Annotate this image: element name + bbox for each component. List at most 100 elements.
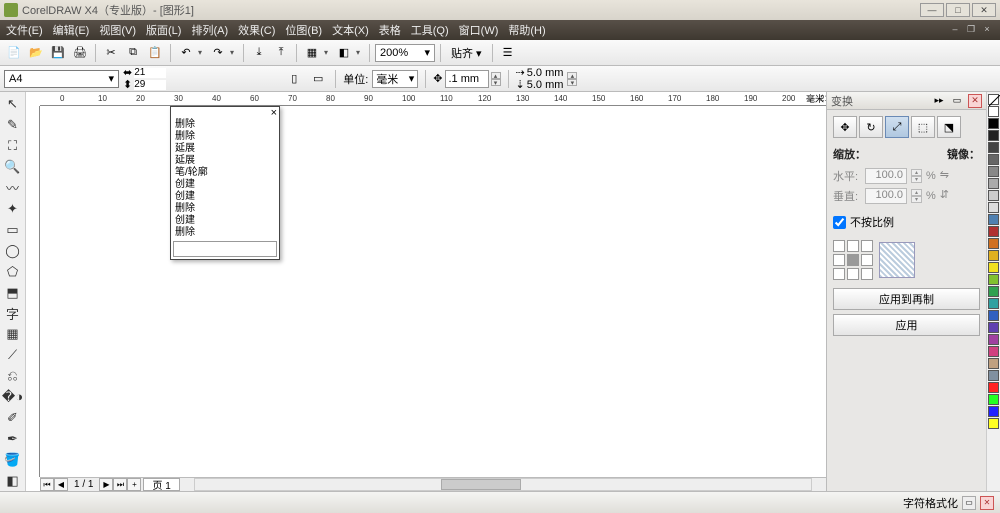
color-swatch[interactable] [988, 358, 999, 369]
anchor-grid[interactable] [833, 240, 873, 280]
color-swatch[interactable] [988, 214, 999, 225]
rectangle-tool-icon[interactable]: ▭ [3, 220, 23, 240]
maximize-button[interactable]: □ [946, 3, 970, 17]
nudge-spinner[interactable]: ▴▾ [491, 72, 501, 86]
color-swatch[interactable] [988, 274, 999, 285]
mirror-h-icon[interactable]: ⇋ [940, 168, 960, 184]
color-swatch[interactable] [988, 382, 999, 393]
color-swatch[interactable] [988, 118, 999, 129]
effects-tool-icon[interactable]: �◑ [3, 387, 23, 407]
zoom-tool-icon[interactable]: 🔍 [3, 157, 23, 177]
menu-edit[interactable]: 编辑(E) [53, 22, 90, 38]
polygon-tool-icon[interactable]: ⬠ [3, 262, 23, 282]
v-spinner[interactable]: ▴▾ [911, 189, 922, 203]
skew-mode-icon[interactable]: ⬔ [937, 116, 961, 138]
char-docker-close-icon[interactable]: ✕ [980, 496, 994, 510]
mdi-minimize-button[interactable]: – [948, 24, 962, 36]
paste-icon[interactable]: 📋 [145, 43, 165, 63]
cut-icon[interactable]: ✂ [101, 43, 121, 63]
docker-collapse-icon[interactable]: ▸▸ [932, 94, 946, 108]
color-swatch[interactable] [988, 322, 999, 333]
position-mode-icon[interactable]: ✥ [833, 116, 857, 138]
menu-arrange[interactable]: 排列(A) [191, 22, 228, 38]
close-button[interactable]: ✕ [972, 3, 996, 17]
minimize-button[interactable]: — [920, 3, 944, 17]
menu-table[interactable]: 表格 [379, 22, 401, 38]
char-format-docker-title[interactable]: 字符格式化 [903, 495, 958, 511]
menu-text[interactable]: 文本(X) [332, 22, 369, 38]
ellipse-tool-icon[interactable]: ◯ [3, 241, 23, 261]
history-item[interactable]: 删除 [171, 227, 279, 239]
fill-tool-icon[interactable]: 🪣 [3, 450, 23, 470]
v-scale-input[interactable]: 100.0 [865, 188, 907, 204]
menu-bitmap[interactable]: 位图(B) [285, 22, 322, 38]
menu-layout[interactable]: 版面(L) [146, 22, 181, 38]
prev-page-button[interactable]: ◀ [54, 478, 68, 491]
color-swatch[interactable] [988, 166, 999, 177]
color-swatch[interactable] [988, 106, 999, 117]
new-icon[interactable]: 📄 [4, 43, 24, 63]
history-item[interactable]: 创建 [171, 179, 279, 191]
color-swatch[interactable] [988, 370, 999, 381]
snap-button[interactable]: 贴齐 ▾ [446, 43, 487, 63]
mdi-close-button[interactable]: × [980, 24, 994, 36]
history-item[interactable]: 延展 [171, 143, 279, 155]
color-swatch[interactable] [988, 130, 999, 141]
first-page-button[interactable]: ⏮ [40, 478, 54, 491]
color-swatch[interactable] [988, 154, 999, 165]
print-icon[interactable]: 🖨 [70, 43, 90, 63]
last-page-button[interactable]: ⏭ [113, 478, 127, 491]
landscape-icon[interactable]: ▭ [308, 69, 328, 89]
undo-icon[interactable]: ↶ [176, 43, 196, 63]
mirror-v-icon[interactable]: ⇵ [940, 188, 960, 204]
menu-tools[interactable]: 工具(Q) [411, 22, 449, 38]
page-height-input[interactable] [134, 80, 166, 90]
portrait-icon[interactable]: ▯ [284, 69, 304, 89]
next-page-button[interactable]: ▶ [99, 478, 113, 491]
smart-tool-icon[interactable]: ✦ [3, 199, 23, 219]
no-fill-swatch[interactable] [988, 94, 999, 105]
welcome-icon[interactable]: ◧ [334, 43, 354, 63]
apply-duplicate-button[interactable]: 应用到再制 [833, 288, 980, 310]
eyedropper-tool-icon[interactable]: ✐ [3, 408, 23, 428]
text-tool-icon[interactable]: 字 [3, 304, 23, 324]
nudge-input[interactable]: .1 mm [445, 70, 489, 88]
connector-tool-icon[interactable]: ⎌ [3, 366, 23, 386]
docker-menu-icon[interactable]: ▭ [950, 94, 964, 108]
history-item[interactable]: 创建 [171, 191, 279, 203]
color-swatch[interactable] [988, 250, 999, 261]
size-mode-icon[interactable]: ⬚ [911, 116, 935, 138]
menu-view[interactable]: 视图(V) [99, 22, 136, 38]
history-item[interactable]: 延展 [171, 155, 279, 167]
dimension-tool-icon[interactable]: ⟋ [3, 345, 23, 365]
page-tab[interactable]: 页 1 [143, 478, 179, 491]
popup-input[interactable] [173, 241, 277, 257]
color-swatch[interactable] [988, 394, 999, 405]
outline-tool-icon[interactable]: ✒ [3, 429, 23, 449]
h-scale-input[interactable]: 100.0 [865, 168, 907, 184]
history-item[interactable]: 创建 [171, 215, 279, 227]
menu-effects[interactable]: 效果(C) [238, 22, 275, 38]
popup-close-icon[interactable]: × [271, 107, 277, 119]
interactive-fill-icon[interactable]: ◧ [3, 471, 23, 491]
history-item[interactable]: 删除 [171, 119, 279, 131]
options-icon[interactable]: ☰ [498, 43, 518, 63]
shape-tool-icon[interactable]: ✎ [3, 115, 23, 135]
color-swatch[interactable] [988, 238, 999, 249]
copy-icon[interactable]: ⧉ [123, 43, 143, 63]
import-icon[interactable]: ⤓ [249, 43, 269, 63]
menu-help[interactable]: 帮助(H) [508, 22, 545, 38]
color-swatch[interactable] [988, 298, 999, 309]
color-swatch[interactable] [988, 142, 999, 153]
color-swatch[interactable] [988, 334, 999, 345]
history-item[interactable]: 删除 [171, 203, 279, 215]
color-swatch[interactable] [988, 202, 999, 213]
docker-close-icon[interactable]: ✕ [968, 94, 982, 108]
crop-tool-icon[interactable]: ⛶ [3, 136, 23, 156]
zoom-select[interactable]: 200%▾ [375, 44, 435, 62]
history-item[interactable]: 笔/轮廓 [171, 167, 279, 179]
char-docker-menu-icon[interactable]: ▭ [962, 496, 976, 510]
color-swatch[interactable] [988, 310, 999, 321]
color-swatch[interactable] [988, 406, 999, 417]
save-icon[interactable]: 💾 [48, 43, 68, 63]
